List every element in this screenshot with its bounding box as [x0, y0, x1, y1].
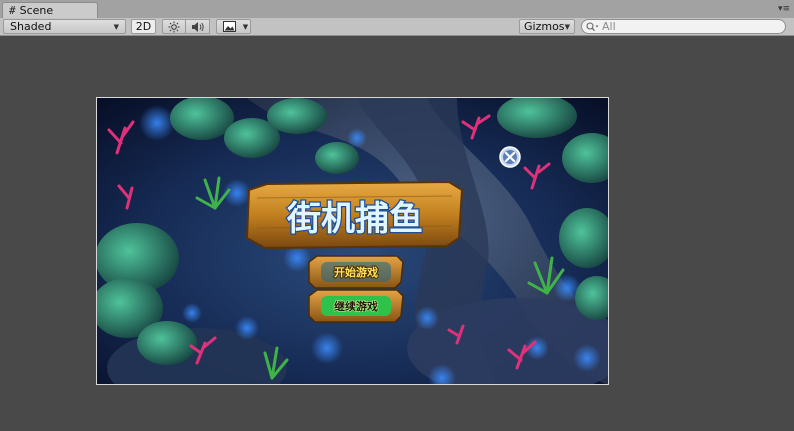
shading-mode-dropdown[interactable]: Shaded ▼	[3, 19, 126, 34]
search-icon	[586, 21, 599, 31]
gizmos-dropdown[interactable]: Gizmos ▼	[519, 19, 575, 34]
scene-viewport[interactable]: 街机捕鱼 开始游戏 继续游戏	[0, 36, 794, 431]
continue-game-button[interactable]: 继续游戏	[308, 289, 404, 323]
tab-scene-label: Scene	[19, 4, 54, 17]
scene-toolbar: Shaded ▼ 2D ▼ Gizmos ▼	[0, 18, 794, 36]
game-canvas: 街机捕鱼 开始游戏 继续游戏	[97, 98, 608, 384]
title-sign: 街机捕鱼	[245, 180, 464, 250]
speaker-icon	[191, 21, 204, 32]
mode-2d-toggle[interactable]: 2D	[131, 19, 156, 34]
start-game-button[interactable]: 开始游戏	[308, 255, 404, 289]
sun-icon	[168, 21, 180, 32]
shading-mode-label: Shaded	[10, 20, 52, 33]
gizmos-label: Gizmos	[524, 20, 565, 33]
effects-dropdown[interactable]: ▼	[241, 19, 251, 34]
close-icon[interactable]	[499, 146, 521, 168]
start-game-label: 开始游戏	[334, 265, 378, 279]
continue-game-label: 继续游戏	[334, 299, 378, 313]
chevron-down-icon: ▼	[113, 22, 119, 31]
lighting-toggle[interactable]	[162, 19, 186, 34]
image-icon	[222, 21, 236, 32]
tab-bar: # Scene ▾≡	[0, 0, 794, 19]
grid-hash-icon: #	[9, 4, 16, 17]
effects-toggle[interactable]	[216, 19, 242, 34]
chevron-down-icon: ▼	[242, 22, 249, 31]
tab-menu-icon[interactable]: ▾≡	[777, 3, 791, 15]
chevron-down-icon: ▼	[564, 22, 570, 31]
game-preview: 街机捕鱼 开始游戏 继续游戏	[96, 97, 609, 385]
scene-search[interactable]	[581, 19, 786, 34]
search-input[interactable]	[599, 20, 782, 33]
tab-scene[interactable]: # Scene	[2, 2, 98, 18]
audio-toggle[interactable]	[186, 19, 210, 34]
game-title: 街机捕鱼	[286, 199, 423, 239]
